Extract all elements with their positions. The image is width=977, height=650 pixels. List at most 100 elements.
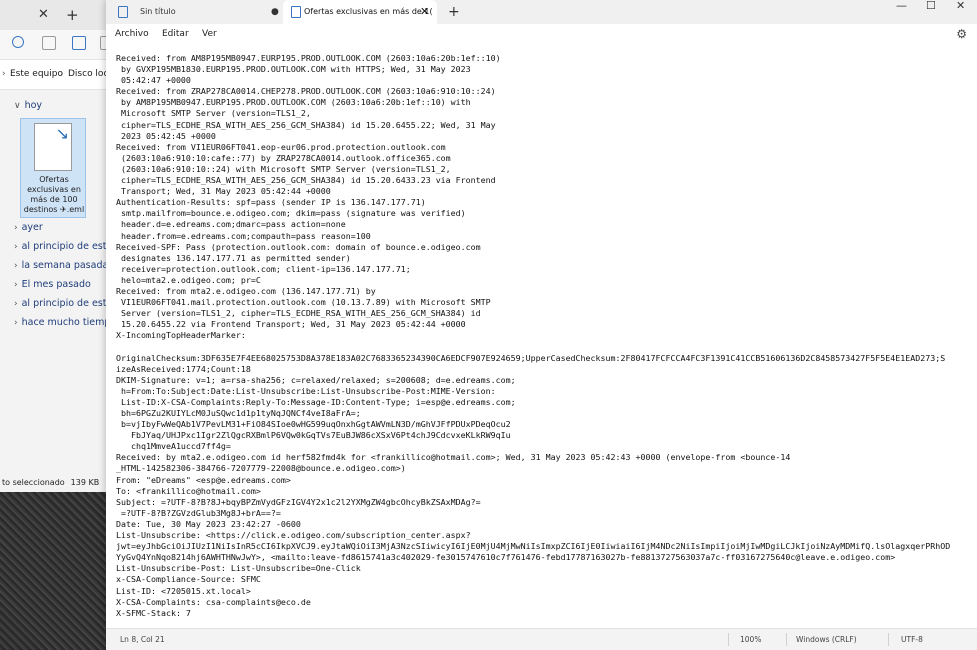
status-divider: [888, 633, 889, 646]
close-window-icon[interactable]: ✕: [956, 0, 965, 12]
text-line: Received-SPF: Pass (protection.outlook.c…: [116, 241, 481, 252]
text-line: Received: from AM8P195MB0947.EURP195.PRO…: [116, 53, 501, 63]
text-line: YyGvQ4YnNqo8214hj6AWHTHNwJwY>, <mailto:l…: [116, 552, 896, 563]
text-line: chq1MmveA1uccd7ff4g=: [116, 441, 231, 452]
desktop-wallpaper: [0, 492, 109, 650]
text-line: header.d=e.edreams.com;dmarc=pass action…: [116, 219, 346, 230]
text-line: Server (version=TLS1_2, cipher=TLS_ECDHE…: [116, 308, 481, 319]
close-tab-icon[interactable]: ✕: [38, 7, 49, 22]
notepad-icon: [291, 6, 301, 18]
tab-label: Sin título: [140, 7, 176, 16]
text-line: Microsoft SMTP Server (version=TLS1_2,: [116, 108, 311, 119]
chevron-right-icon: ›: [60, 69, 64, 79]
text-line: FbJYaq/UHJPxc1Igr2ZlQgcRXBmlP6VQw0kGqTVs…: [116, 430, 511, 441]
text-line: Authentication-Results: spf=pass (sender…: [116, 197, 426, 208]
paste-icon[interactable]: [42, 36, 56, 50]
breadcrumb-local-disk[interactable]: Disco local: [68, 69, 109, 79]
text-line: Subject: =?UTF-8?B?8J+bqyBPZmVydGFzIGV4Y…: [116, 496, 481, 507]
group-header-last-week[interactable]: › la semana pasada: [14, 260, 108, 271]
text-line: _HTML-142582306-384766-7207779-22008@bou…: [116, 463, 406, 474]
menu-file[interactable]: Archivo: [115, 29, 149, 39]
text-line: To: <frankillico@hotmail.com>: [116, 485, 261, 496]
explorer-status-bar: to seleccionado 139 KB: [0, 478, 109, 492]
menu-bar: Archivo Editar Ver ⚙: [106, 24, 977, 48]
text-line: Transport; Wed, 31 May 2023 05:42:44 +00…: [116, 186, 331, 197]
text-line: by GVXP195MB1830.EURP195.PROD.OUTLOOK.CO…: [116, 64, 471, 75]
text-line: izeAsReceived:1774;Count:18: [116, 363, 251, 374]
text-line: (2603:10a6:910:10:cafe::77) by ZRAP278CA…: [116, 152, 451, 163]
tab-email-file[interactable]: Ofertas exclusivas en más de 1( ✕: [283, 0, 437, 24]
close-tab-icon[interactable]: ✕: [420, 0, 429, 24]
title-bar: Sin título ● Ofertas exclusivas en más d…: [106, 0, 977, 24]
text-line: 05:42:47 +0000: [116, 75, 191, 86]
text-line: =?UTF-8?B?ZGVzdGlub3Mg8J+brA==?=: [116, 507, 281, 518]
breadcrumb-this-pc[interactable]: Este equipo: [10, 69, 63, 79]
line-ending[interactable]: Windows (CRLF): [796, 635, 857, 644]
text-line: List-Unsubscribe: <https://click.e.odige…: [116, 530, 471, 541]
text-line: Date: Tue, 30 May 2023 23:42:27 -0600: [116, 518, 301, 529]
status-divider: [786, 633, 787, 646]
gear-icon[interactable]: ⚙: [956, 27, 967, 41]
copy-icon[interactable]: [12, 36, 24, 48]
text-line: DKIM-Signature: v=1; a=rsa-sha256; c=rel…: [116, 374, 516, 385]
text-line: OriginalChecksum:3DF635E7F4EE68025753D8A…: [116, 352, 946, 363]
text-line: Received: from ZRAP278CA0014.CHEP278.PRO…: [116, 86, 496, 97]
new-tab-button[interactable]: +: [448, 0, 460, 24]
tab-untitled[interactable]: Sin título ●: [106, 0, 280, 24]
minimize-icon[interactable]: —: [896, 0, 907, 12]
text-line: List-ID:X-CSA-Complaints:Reply-To:Messag…: [116, 396, 516, 407]
shortcut-arrow-icon: ↘: [55, 124, 69, 143]
text-line: [116, 341, 977, 352]
chevron-right-icon: ›: [14, 223, 18, 233]
group-header-early-this-week[interactable]: › al principio de esta: [14, 241, 109, 252]
text-line: designates 136.147.177.71 as permitted s…: [116, 252, 351, 263]
text-line: 2023 05:42:45 +0000: [116, 130, 216, 141]
email-file-icon: ↘: [34, 123, 72, 171]
rename-icon[interactable]: [72, 36, 86, 50]
text-line: (2603:10a6:910:10::24) with Microsoft SM…: [116, 163, 451, 174]
tab-label: Ofertas exclusivas en más de 1(: [304, 7, 433, 16]
unsaved-dot-icon: ●: [271, 7, 279, 17]
text-line: Received: from VI1EUR06FT041.eop-eur06.p…: [116, 141, 446, 152]
text-line: b=vjIbyFwWeQAb1V7PevLM31+FiO84SIoe0wHG59…: [116, 419, 511, 430]
file-explorer-window: ✕ + › Este equipo › Disco local ∨hoy ↘ O…: [0, 0, 110, 650]
chevron-right-icon: ›: [14, 280, 18, 290]
text-line: List-ID: <7205015.xt.local>: [116, 585, 251, 596]
encoding[interactable]: UTF-8: [901, 635, 923, 644]
group-header-long-ago[interactable]: › hace mucho tiempo: [14, 317, 109, 328]
menu-view[interactable]: Ver: [202, 29, 217, 39]
chevron-right-icon: ›: [14, 318, 18, 328]
text-line: jwt=eyJhbGciOiJIUzI1NiIsInR5cCI6IkpXVCJ9…: [116, 541, 951, 552]
group-header-today[interactable]: ∨ hoy: [14, 100, 42, 111]
menu-edit[interactable]: Editar: [162, 29, 189, 39]
group-header-last-month[interactable]: › El mes pasado: [14, 279, 91, 290]
text-line: List-Unsubscribe-Post: List-Unsubscribe=…: [116, 563, 361, 574]
text-line: receiver=protection.outlook.com; client-…: [116, 263, 411, 274]
maximize-icon[interactable]: ☐: [926, 0, 936, 12]
zoom-level[interactable]: 100%: [740, 635, 761, 644]
chevron-right-icon: ›: [2, 69, 6, 79]
chevron-down-icon: ∨: [14, 101, 21, 111]
text-line: X-CSA-Complaints: csa-complaints@eco.de: [116, 596, 311, 607]
notepad-window: Sin título ● Ofertas exclusivas en más d…: [106, 0, 977, 650]
group-header-yesterday[interactable]: › ayer: [14, 222, 43, 233]
text-line: smtp.mailfrom=bounce.e.odigeo.com; dkim=…: [116, 208, 466, 219]
text-line: cipher=TLS_ECDHE_RSA_WITH_AES_256_GCM_SH…: [116, 175, 496, 186]
cursor-position: Ln 8, Col 21: [120, 635, 165, 644]
text-line: 15.20.6455.22 via Frontend Transport; We…: [116, 319, 466, 330]
group-header-early-this-month[interactable]: › al principio de este: [14, 298, 109, 309]
explorer-tab-bar: ✕ +: [0, 0, 109, 30]
status-divider: [728, 633, 729, 646]
text-line: Received: by mta2.e.odigeo.com id herf58…: [116, 452, 791, 463]
selection-count: to seleccionado: [2, 478, 65, 487]
text-line: Received: from mta2.e.odigeo.com (136.14…: [116, 285, 376, 296]
file-name: Ofertas exclusivas en más de 100 destino…: [23, 175, 85, 214]
text-editor[interactable]: Received: from AM8P195MB0947.EURP195.PRO…: [106, 48, 977, 628]
status-bar: Ln 8, Col 21 100% Windows (CRLF) UTF-8: [106, 628, 977, 650]
selection-size: 139 KB: [70, 478, 100, 487]
notepad-icon: [118, 6, 128, 18]
explorer-toolbar: [0, 30, 109, 60]
new-tab-icon[interactable]: +: [66, 6, 79, 24]
address-bar[interactable]: › Este equipo › Disco local: [0, 60, 109, 90]
file-item-eml[interactable]: ↘ Ofertas exclusivas en más de 100 desti…: [20, 118, 86, 218]
